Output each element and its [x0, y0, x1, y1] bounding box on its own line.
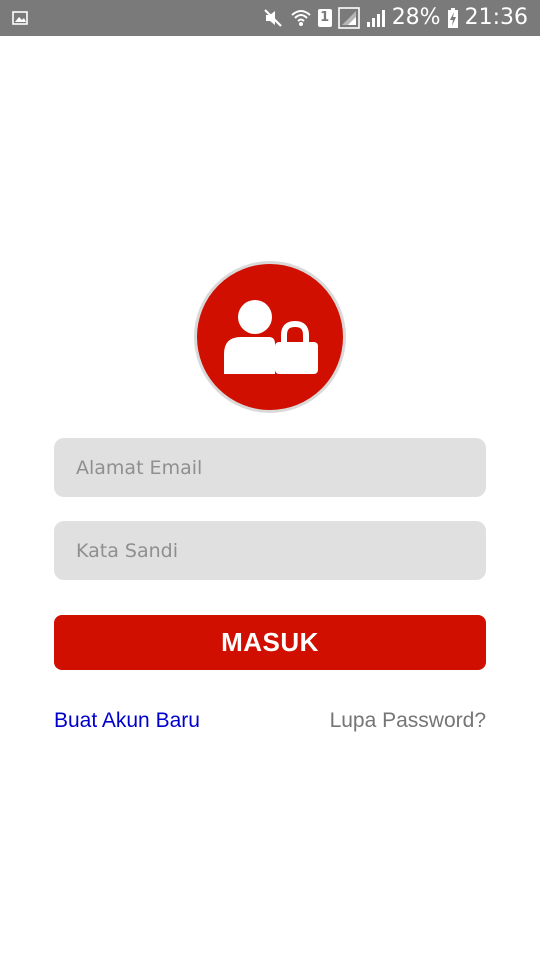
login-avatar: [194, 261, 346, 413]
wifi-icon: [290, 7, 312, 29]
status-icons: 1 28% 21:36: [262, 0, 528, 36]
email-field[interactable]: [54, 438, 486, 497]
password-field[interactable]: [54, 521, 486, 580]
login-button[interactable]: MASUK: [54, 615, 486, 670]
signal-icon: [337, 7, 360, 29]
signal-icon: [366, 8, 386, 28]
battery-charging-icon: [447, 7, 459, 29]
sim-1-icon: 1: [317, 9, 332, 27]
forgot-password-link[interactable]: Lupa Password?: [330, 709, 486, 733]
status-bar: 1 28% 21:36: [0, 0, 540, 36]
user-lock-icon: [224, 300, 318, 374]
mute-icon: [262, 7, 284, 29]
battery-percent: 28%: [391, 5, 441, 30]
image-notification-icon: [12, 11, 28, 25]
clock: 21:36: [464, 5, 528, 30]
create-account-link[interactable]: Buat Akun Baru: [54, 709, 200, 733]
